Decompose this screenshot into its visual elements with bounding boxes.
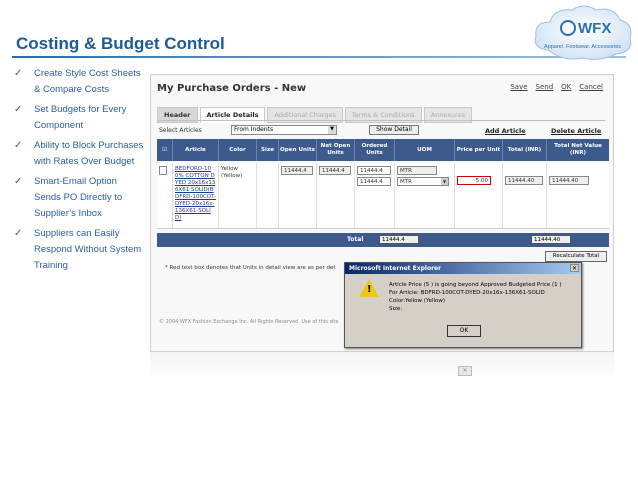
dialog-message: Article Price (5 ) is going beyond Appro…	[389, 282, 562, 312]
checkmark-icon: ✓	[14, 104, 23, 115]
screenshot-reflection	[150, 352, 614, 380]
save-link[interactable]: Save	[510, 83, 527, 91]
bullet-item: ✓ Smart-Email Option Sends PO Directly to…	[14, 174, 144, 222]
open-units-field: 11444.4	[281, 166, 313, 175]
uom-dropdown[interactable]: MTR ▼	[397, 177, 449, 186]
close-window-button[interactable]: ✕	[458, 366, 472, 376]
bullet-item: ✓ Create Style Cost Sheets & Compare Cost…	[14, 66, 144, 98]
chevron-down-icon: ▼	[328, 126, 336, 134]
ok-button[interactable]: OK	[447, 325, 481, 337]
action-links: Save Send OK Cancel	[510, 83, 603, 91]
color-value: Yellow (Yellow)	[219, 163, 257, 228]
col-ordered-units: Ordered Units	[355, 139, 395, 161]
asterisk-icon: *	[165, 265, 168, 271]
col-color: Color	[219, 139, 257, 161]
col-open-units: Open Units	[279, 139, 317, 161]
recalculate-total-button[interactable]: Recalculate Total	[545, 251, 607, 262]
total-net-field: 11444.40	[549, 176, 589, 185]
col-net-open-units: Net Open Units	[317, 139, 355, 161]
send-link[interactable]: Send	[536, 83, 554, 91]
page-title: My Purchase Orders - New	[157, 83, 307, 94]
red-box-note: * Red text box denotes that Units in det…	[165, 265, 336, 271]
dialog-title: Microsoft Internet Explorer ✕	[345, 263, 581, 274]
bullet-item: ✓ Set Budgets for Every Component	[14, 102, 144, 134]
wfx-logo: WFX Apparel. Footwear. Accessories	[534, 5, 632, 60]
uom-field: MTR	[397, 166, 437, 175]
chevron-down-icon: ▼	[441, 178, 448, 185]
col-uom: UOM	[395, 139, 455, 161]
table-row: BEDFORD-100% COTTON DYED 20x16x136X61 SO…	[157, 163, 609, 229]
checkmark-icon: ✓	[14, 140, 23, 151]
article-link[interactable]: BEDFORD-100% COTTON DYED 20x16x136X61 SO…	[173, 163, 219, 228]
tab-divider	[157, 120, 605, 121]
checkmark-icon: ✓	[14, 68, 23, 79]
table-header: ☑ Article Color Size Open Units Net Open…	[157, 139, 609, 161]
total-label: Total	[347, 236, 364, 243]
add-article-link[interactable]: Add Article	[485, 127, 526, 135]
logo-brand: WFX	[578, 20, 611, 37]
bullet-item: ✓ Suppliers can Easily Respond Without Sy…	[14, 226, 144, 274]
col-price-per-unit: Price per Unit	[455, 139, 503, 161]
ordered-units-field[interactable]: 11444.4	[357, 177, 391, 186]
show-detail-button[interactable]: Show Detail	[369, 125, 419, 135]
net-open-units-field: 11444.4	[319, 166, 351, 175]
checkmark-icon: ✓	[14, 228, 23, 239]
copyright-text: © 2004 WFX Fashion Exchange Inc. All Rig…	[159, 319, 339, 325]
col-article: Article	[173, 139, 219, 161]
select-articles-dropdown[interactable]: From Indents ▼	[231, 125, 337, 135]
slide-title: Costing & Budget Control	[16, 34, 225, 53]
price-per-unit-field[interactable]: 5.00	[457, 176, 491, 185]
close-icon[interactable]: ✕	[570, 264, 579, 272]
col-total-net: Total Net Value (INR)	[554, 143, 602, 156]
total-value-field: 11444.40	[531, 235, 571, 244]
bullet-item: ✓ Ability to Block Purchases with Rates O…	[14, 138, 144, 170]
ok-link[interactable]: OK	[561, 83, 571, 91]
feature-list: ✓ Create Style Cost Sheets & Compare Cost…	[14, 66, 144, 278]
delete-article-link[interactable]: Delete Article	[551, 127, 601, 135]
cancel-link[interactable]: Cancel	[579, 83, 603, 91]
col-total: Total (INR)	[503, 139, 547, 161]
checkmark-icon: ✓	[14, 176, 23, 187]
select-all-checkbox[interactable]: ☑	[157, 139, 173, 161]
total-units-field: 11444.4	[379, 235, 419, 244]
col-size: Size	[257, 139, 279, 161]
row-checkbox[interactable]	[159, 166, 167, 175]
alert-dialog: Microsoft Internet Explorer ✕ ! Article …	[344, 262, 582, 348]
ordered-units-field[interactable]: 11444.4	[357, 166, 391, 175]
total-field: 11444.40	[505, 176, 543, 185]
warning-mark: !	[367, 284, 372, 295]
select-articles-label: Select Articles	[159, 127, 202, 134]
logo-tagline: Apparel. Footwear. Accessories	[544, 44, 621, 50]
